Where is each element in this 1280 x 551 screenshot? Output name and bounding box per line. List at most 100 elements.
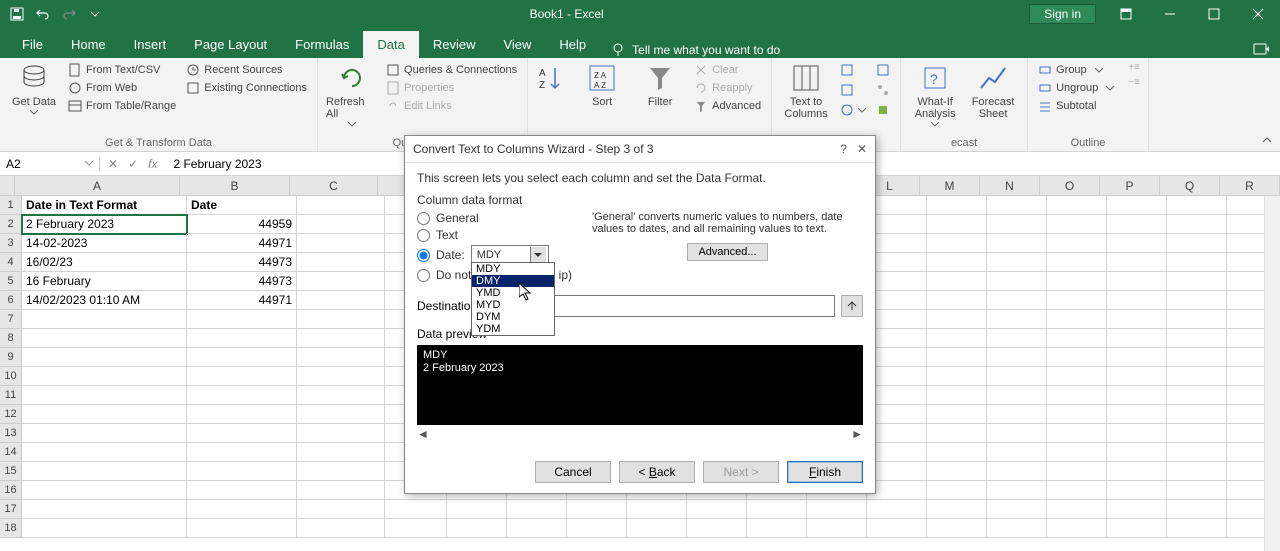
cell[interactable] [987,367,1047,386]
cell[interactable] [297,386,385,405]
cell[interactable] [447,500,507,519]
cell[interactable] [867,481,927,500]
tab-view[interactable]: View [489,31,545,58]
row-header[interactable]: 16 [0,481,22,500]
col-header[interactable]: N [980,176,1040,196]
cell[interactable] [987,405,1047,424]
cell[interactable] [867,253,927,272]
cell[interactable] [1047,215,1107,234]
cell[interactable] [1167,253,1227,272]
close-icon[interactable]: ✕ [857,142,867,156]
cell[interactable] [1167,348,1227,367]
cell[interactable] [187,519,297,538]
row-header[interactable]: 3 [0,234,22,253]
cell[interactable] [1047,424,1107,443]
cell[interactable] [187,348,297,367]
cell[interactable] [187,424,297,443]
whatif-button[interactable]: ?What-If Analysis [909,62,961,127]
cell[interactable] [987,291,1047,310]
cell[interactable] [987,196,1047,215]
cell[interactable] [297,310,385,329]
cell[interactable] [22,500,187,519]
cell[interactable] [1167,519,1227,538]
cell[interactable] [867,424,927,443]
cell[interactable] [297,367,385,386]
cell[interactable] [1167,329,1227,348]
row-header[interactable]: 10 [0,367,22,386]
cell[interactable] [927,367,987,386]
cell[interactable] [187,329,297,348]
cell[interactable] [297,272,385,291]
cell[interactable] [987,348,1047,367]
signin-button[interactable]: Sign in [1029,4,1096,24]
cell[interactable] [1167,272,1227,291]
row-header[interactable]: 7 [0,310,22,329]
range-select-button[interactable] [841,295,863,317]
row-header[interactable]: 12 [0,405,22,424]
cell[interactable] [1107,348,1167,367]
cell[interactable] [567,500,627,519]
cell[interactable] [1107,310,1167,329]
cell[interactable] [987,443,1047,462]
relationships-button[interactable] [874,82,892,98]
cell[interactable] [987,215,1047,234]
cell[interactable]: 16/02/23 [22,253,187,272]
cell[interactable] [927,329,987,348]
cell[interactable] [1047,443,1107,462]
cell[interactable] [187,443,297,462]
cell[interactable] [297,519,385,538]
date-format-dropdown[interactable]: MDYDMYYMDMYDDYMYDM [471,262,555,336]
dropdown-option[interactable]: YMD [472,287,554,299]
cell[interactable] [687,519,747,538]
cell[interactable] [567,519,627,538]
cell[interactable]: 44959 [187,215,297,234]
cell[interactable] [927,272,987,291]
cell[interactable] [987,234,1047,253]
cell[interactable] [867,310,927,329]
group-button[interactable]: Group [1036,62,1116,78]
tellme-search[interactable]: Tell me what you want to do [600,42,790,58]
cell[interactable] [297,196,385,215]
edit-links-button[interactable]: Edit Links [384,98,519,114]
cell[interactable] [627,500,687,519]
col-header[interactable]: A [15,176,180,196]
cell[interactable] [1167,424,1227,443]
cell[interactable]: 14-02-2023 [22,234,187,253]
cell[interactable] [1167,291,1227,310]
text-to-columns-button[interactable]: Text to Columns [780,62,832,120]
cell[interactable] [927,424,987,443]
cell[interactable] [987,310,1047,329]
cell[interactable] [747,500,807,519]
remove-dup-button[interactable] [838,82,868,98]
help-icon[interactable]: ? [840,142,847,156]
cell[interactable]: 44971 [187,291,297,310]
cell[interactable] [297,329,385,348]
cell[interactable] [1047,310,1107,329]
cell[interactable] [1167,234,1227,253]
cell[interactable] [987,272,1047,291]
close-button[interactable] [1236,0,1280,28]
cell[interactable] [927,386,987,405]
dropdown-option[interactable]: DMY [472,275,554,287]
cell[interactable] [1107,234,1167,253]
cell[interactable] [987,481,1047,500]
cell[interactable] [297,462,385,481]
cell[interactable] [1167,443,1227,462]
cell[interactable] [927,234,987,253]
scroll-left-icon[interactable]: ◄ [417,427,429,441]
cell[interactable] [297,348,385,367]
cancel-button[interactable]: Cancel [535,461,611,483]
dropdown-option[interactable]: DYM [472,311,554,323]
dropdown-option[interactable]: YDM [472,323,554,335]
cell[interactable] [867,367,927,386]
dropdown-option[interactable]: MYD [472,299,554,311]
cell[interactable] [987,424,1047,443]
cell[interactable]: 44973 [187,272,297,291]
cell[interactable] [22,329,187,348]
cell[interactable] [385,500,447,519]
cell[interactable] [297,215,385,234]
ungroup-button[interactable]: Ungroup [1036,80,1116,96]
row-header[interactable]: 14 [0,443,22,462]
tab-review[interactable]: Review [419,31,490,58]
select-all-corner[interactable] [0,176,15,196]
